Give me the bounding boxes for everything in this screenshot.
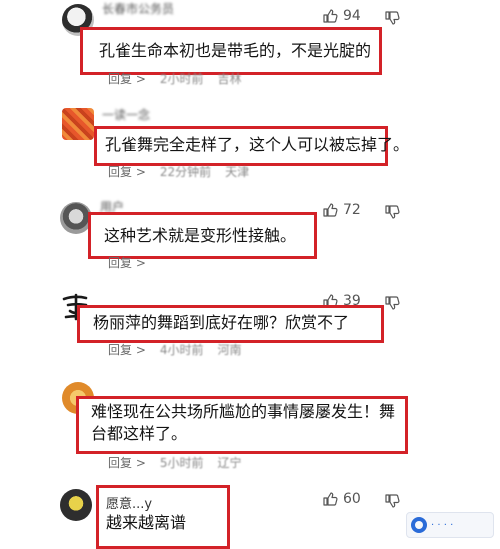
reply-button[interactable]: 回复 > bbox=[108, 254, 146, 271]
site-logo-icon bbox=[411, 517, 427, 533]
thumbs-up-icon bbox=[322, 202, 338, 218]
like-button[interactable]: 94 bbox=[322, 8, 361, 24]
comment-text-line-1: 难怪现在公共场所尴尬的事情屡屡发生！舞 bbox=[91, 402, 396, 421]
comment-meta: 回复 > 22分钟前 天津 bbox=[108, 163, 249, 180]
thumbs-up-icon bbox=[322, 491, 338, 507]
thumbs-down-icon[interactable] bbox=[384, 10, 400, 30]
avatar[interactable] bbox=[60, 489, 92, 521]
timestamp: 4小时前 bbox=[159, 343, 204, 357]
comment-item: 一读一念 孔雀舞完全走样了，这个人可以被忘掉了。 回复 > 22分钟前 天津 bbox=[0, 100, 500, 185]
comment-item: 长春市公务员 94 孔雀生命本初也是带毛的，不是光腚的 回复 > 2小时前 吉林 bbox=[0, 0, 500, 100]
username[interactable]: 长春市公务员 bbox=[102, 0, 174, 17]
thumbs-down-icon[interactable] bbox=[384, 493, 400, 513]
timestamp: 22分钟前 bbox=[159, 165, 212, 179]
comment-text: 这种艺术就是变形性接触。 bbox=[104, 226, 297, 245]
comment-meta: 回复 > 2小时前 吉林 bbox=[108, 70, 242, 87]
watermark-label: · · · · bbox=[431, 519, 454, 531]
like-button[interactable]: 60 bbox=[322, 491, 361, 507]
reply-button[interactable]: 回复 > bbox=[108, 341, 146, 358]
comment-meta: 回复 > 5小时前 辽宁 bbox=[108, 454, 242, 471]
timestamp: 5小时前 bbox=[159, 456, 204, 470]
comment-text-line-2: 台都这样了。 bbox=[91, 424, 188, 443]
thumbs-up-icon bbox=[322, 8, 338, 24]
thumbs-down-icon[interactable] bbox=[384, 295, 400, 315]
like-button[interactable]: 72 bbox=[322, 202, 361, 218]
reply-button[interactable]: 回复 > bbox=[108, 454, 146, 471]
watermark: · · · · bbox=[406, 512, 494, 538]
like-count: 94 bbox=[343, 8, 361, 24]
location: 辽宁 bbox=[217, 456, 242, 470]
username[interactable]: 一读一念 bbox=[102, 106, 150, 123]
avatar[interactable] bbox=[62, 108, 94, 140]
timestamp: 2小时前 bbox=[159, 72, 204, 86]
location: 吉林 bbox=[217, 72, 242, 86]
comment-meta: 回复 > 4小时前 河南 bbox=[108, 341, 242, 358]
reply-button[interactable]: 回复 > bbox=[108, 163, 146, 180]
comment-item: 难怪现在公共场所尴尬的事情屡屡发生！舞 台都这样了。 回复 > 5小时前 辽宁 bbox=[0, 370, 500, 475]
thumbs-down-icon[interactable] bbox=[384, 204, 400, 224]
comment-meta: 回复 > bbox=[108, 254, 146, 271]
comment-item: 39 杨丽萍的舞蹈到底好在哪？欣赏不了 回复 > 4小时前 河南 bbox=[0, 285, 500, 370]
comment-text: 孔雀生命本初也是带毛的，不是光腚的 bbox=[99, 41, 372, 60]
location: 河南 bbox=[217, 343, 242, 357]
like-count: 60 bbox=[343, 491, 361, 507]
comment-text: 杨丽萍的舞蹈到底好在哪？欣赏不了 bbox=[93, 313, 350, 332]
comment-text: 孔雀舞完全走样了，这个人可以被忘掉了。 bbox=[105, 135, 410, 154]
like-count: 72 bbox=[343, 202, 361, 218]
location: 天津 bbox=[225, 165, 250, 179]
reply-button[interactable]: 回复 > bbox=[108, 70, 146, 87]
comment-text: 越来越离谱 bbox=[106, 513, 187, 532]
comment-item: 用户 72 这种艺术就是变形性接触。 回复 > bbox=[0, 190, 500, 275]
